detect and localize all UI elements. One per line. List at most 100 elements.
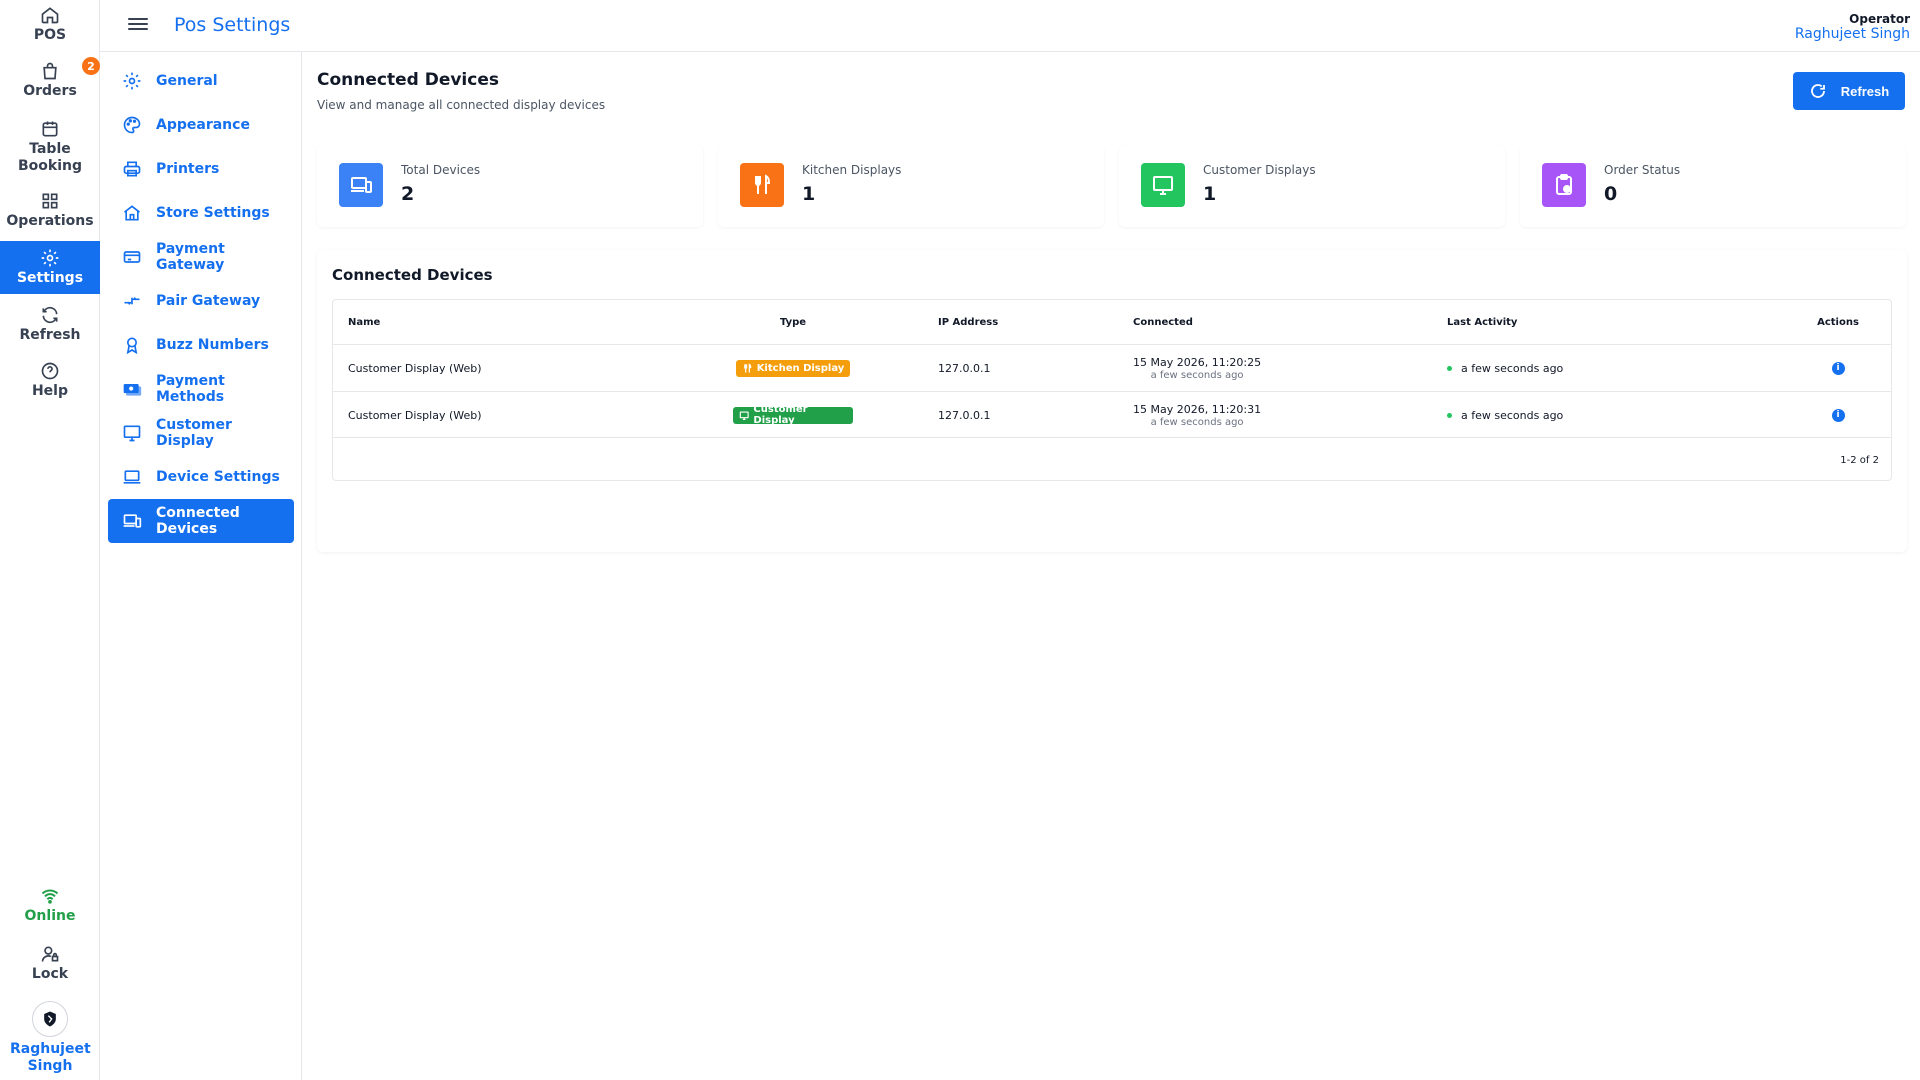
printer-icon (123, 161, 141, 177)
grid-icon (42, 193, 58, 208)
last-activity-text: a few seconds ago (1461, 361, 1564, 375)
stat-label: Customer Displays (1203, 163, 1316, 177)
settings-nav-appearance[interactable]: Appearance (108, 103, 294, 147)
help-icon (41, 362, 59, 379)
info-icon[interactable]: i (1831, 408, 1845, 422)
gear-icon (123, 72, 141, 90)
user-lock-icon (41, 946, 59, 962)
rail-item-table-booking[interactable]: Table Booking (0, 114, 100, 180)
table-row: Customer Display (Web) Customer Display … (333, 391, 1891, 438)
stat-icon-box (339, 163, 383, 207)
section-description: View and manage all connected display de… (317, 98, 606, 112)
column-header-actions: Actions (1817, 316, 1859, 328)
stat-icon-box (740, 163, 784, 207)
type-chip-kitchen: Kitchen Display (735, 359, 851, 377)
utensils-icon (743, 362, 751, 373)
settings-nav-pair-gateway[interactable]: Pair Gateway (108, 279, 294, 323)
rail-label-refresh: Refresh (19, 326, 81, 343)
avatar (32, 1001, 68, 1037)
device-last-activity: a few seconds ago (1447, 345, 1563, 391)
rail-label-orders: Orders (23, 82, 77, 99)
rail-label-operations: Operations (6, 212, 94, 229)
lock-label: Lock (31, 965, 69, 982)
credit-card-icon (123, 251, 141, 263)
user-profile[interactable]: Raghujeet Singh (0, 1000, 100, 1076)
info-icon[interactable]: i (1831, 361, 1845, 375)
device-ip: 127.0.0.1 (938, 408, 991, 422)
settings-nav-payment-gateway[interactable]: Payment Gateway (108, 235, 294, 279)
pair-arrows-icon (124, 297, 140, 305)
table-title: Connected Devices (332, 266, 493, 284)
settings-nav-customer-display[interactable]: Customer Display (108, 411, 294, 455)
shopping-bag-icon (43, 62, 57, 79)
settings-nav-device-settings[interactable]: Device Settings (108, 455, 294, 499)
home-icon (41, 6, 59, 23)
column-header-ip[interactable]: IP Address (938, 300, 998, 344)
hamburger-menu-icon[interactable] (128, 15, 148, 35)
operator-name: Raghujeet Singh (1794, 26, 1910, 42)
column-header-connected[interactable]: Connected (1133, 300, 1193, 344)
table-footer: 1-2 of 2 (333, 437, 1891, 481)
devices-table: Name Type IP Address Connected Last Acti… (332, 299, 1892, 481)
stat-label: Kitchen Displays (802, 163, 902, 177)
rail-label-help: Help (31, 382, 69, 399)
refresh-button-label: Refresh (1840, 83, 1890, 99)
rail-item-help[interactable]: Help (0, 356, 100, 404)
monitor-icon (739, 410, 749, 420)
settings-nav-payment-methods[interactable]: Payment Methods (108, 367, 294, 411)
settings-nav-label: Connected Devices (156, 505, 240, 537)
page-title: Pos Settings (174, 14, 291, 36)
clipboard-icon (1556, 174, 1572, 195)
device-last-activity: a few seconds ago (1447, 392, 1563, 438)
main-rail: POS Orders 2 Table Booking Operations Se… (0, 0, 100, 1080)
user-avatar-icon (44, 1011, 56, 1027)
settings-nav-label: Printers (156, 161, 220, 177)
settings-nav-printers[interactable]: Printers (108, 147, 294, 191)
device-connected: 15 May 2026, 11:20:25 a few seconds ago (1133, 345, 1261, 391)
stat-card-order-status: Order Status 0 (1520, 145, 1906, 227)
refresh-icon (42, 306, 58, 323)
device-ip: 127.0.0.1 (938, 361, 991, 375)
device-connected: 15 May 2026, 11:20:31 a few seconds ago (1133, 392, 1261, 438)
settings-nav-general[interactable]: General (108, 59, 294, 103)
lock-button[interactable]: Lock (0, 940, 100, 986)
settings-nav-label: Pair Gateway (156, 293, 261, 309)
connected-datetime: 15 May 2026, 11:20:25 (1133, 355, 1262, 369)
app-root: POS Orders 2 Table Booking Operations Se… (0, 0, 1920, 1080)
settings-nav-store-settings[interactable]: Store Settings (108, 191, 294, 235)
device-name: Customer Display (Web) (348, 361, 482, 375)
settings-nav-label: Payment Gateway (156, 241, 225, 273)
column-header-last-activity[interactable]: Last Activity (1447, 300, 1517, 344)
stat-icon-box (1542, 163, 1586, 207)
monitor-icon (123, 425, 141, 442)
store-icon (123, 205, 141, 221)
refresh-icon (1810, 84, 1825, 98)
connection-status: Online (0, 880, 100, 930)
online-label: Online (24, 907, 76, 924)
settings-nav-label: Payment Methods (156, 373, 225, 405)
badge-icon (126, 337, 138, 355)
rail-label-table-booking: Table Booking (17, 141, 82, 174)
settings-sidebar: General Appearance Printers Store Settin… (100, 52, 302, 1080)
rail-item-operations[interactable]: Operations (0, 186, 100, 234)
settings-nav-label: Buzz Numbers (156, 337, 269, 353)
settings-nav-buzz-numbers[interactable]: Buzz Numbers (108, 323, 294, 367)
column-header-type[interactable]: Type (763, 300, 823, 344)
last-activity-text: a few seconds ago (1461, 408, 1564, 422)
type-chip-label: Kitchen Display (756, 362, 845, 374)
palette-icon (123, 116, 141, 134)
rail-item-refresh[interactable]: Refresh (0, 300, 100, 348)
orders-count-badge: 2 (82, 57, 100, 75)
settings-nav-connected-devices[interactable]: Connected Devices (108, 499, 294, 543)
device-type: Customer Display (733, 392, 853, 438)
rail-item-settings[interactable]: Settings (0, 241, 100, 294)
stat-card-kitchen-displays: Kitchen Displays 1 (718, 145, 1104, 227)
column-header-name[interactable]: Name (348, 300, 380, 344)
rail-item-pos[interactable]: POS (0, 0, 100, 48)
connected-datetime: 15 May 2026, 11:20:31 (1133, 402, 1262, 416)
top-bar: Pos Settings Operator Raghujeet Singh (100, 0, 1920, 52)
devices-icon (351, 177, 372, 193)
type-chip-customer: Customer Display (733, 404, 853, 426)
refresh-button[interactable]: Refresh (1793, 72, 1905, 110)
connected-devices-section: Connected Devices Name Type IP Address C… (317, 250, 1907, 552)
